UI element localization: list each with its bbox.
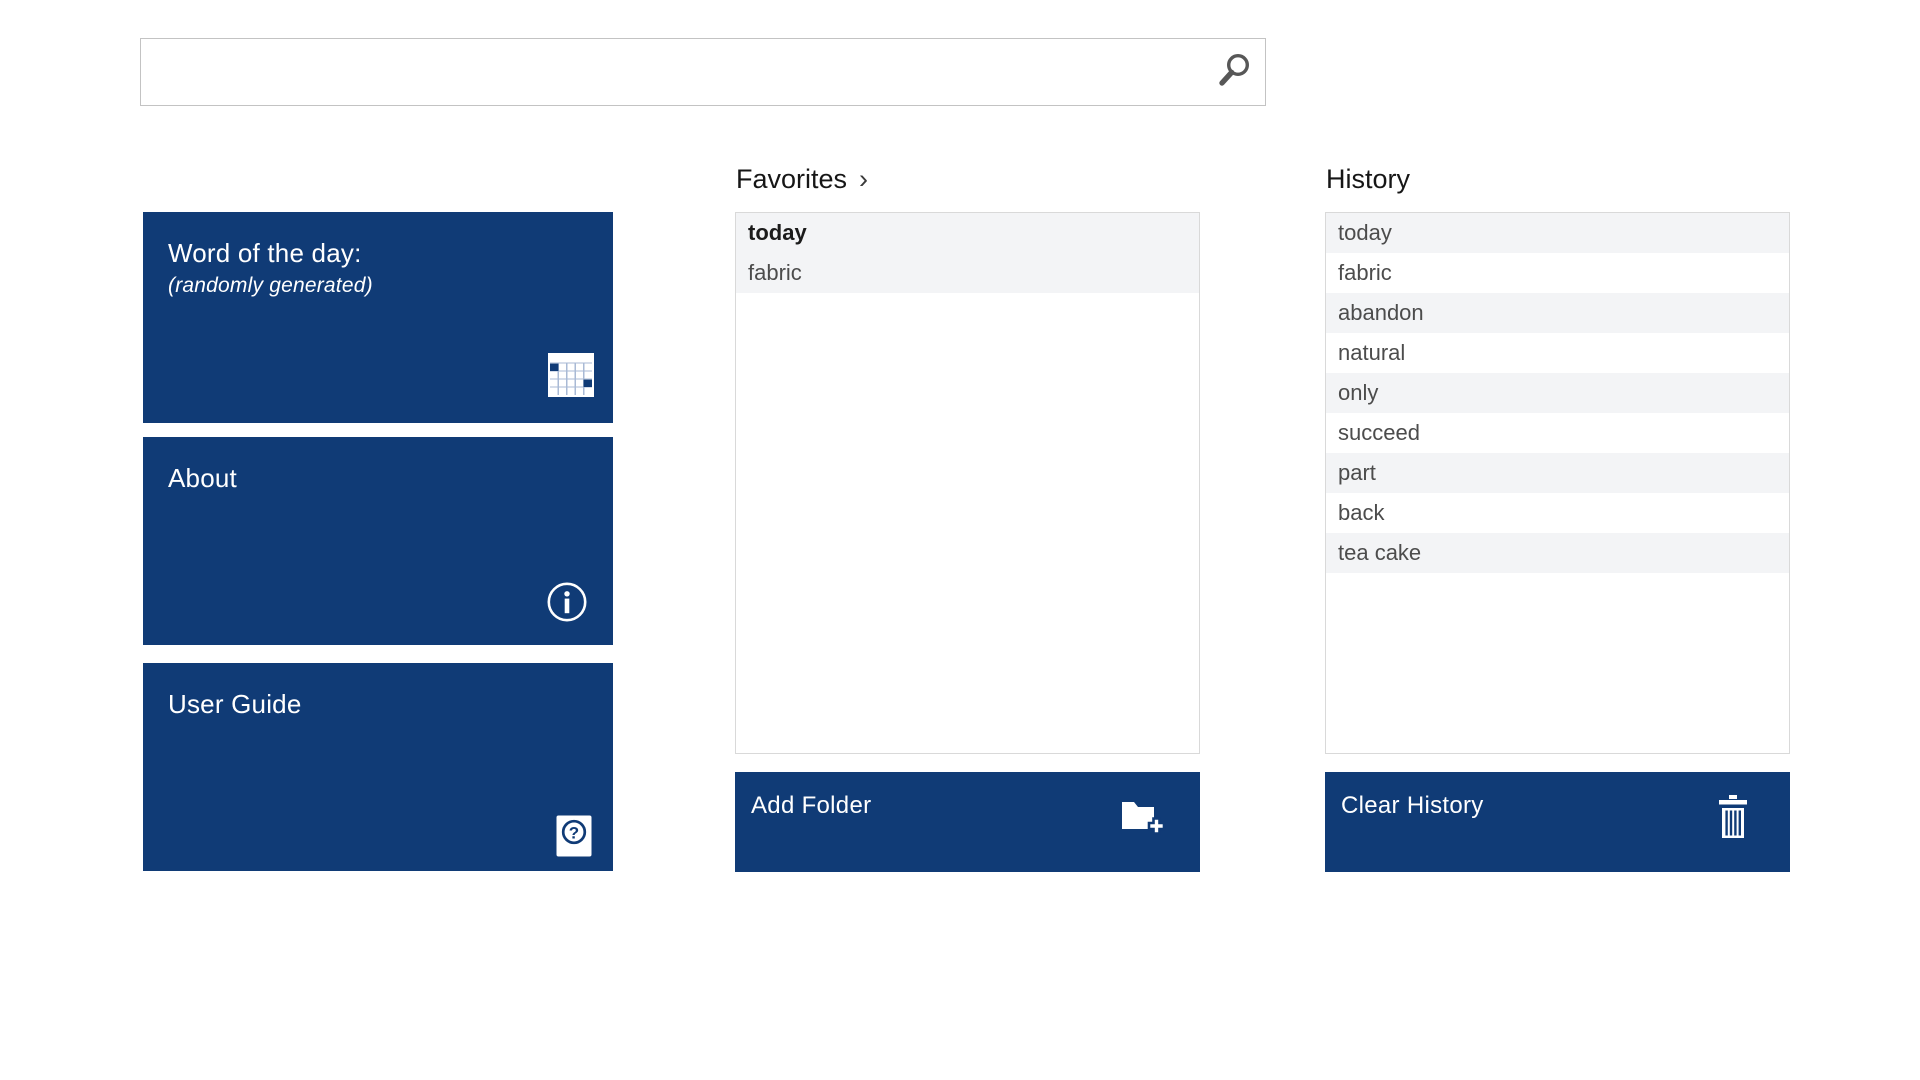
history-item[interactable]: fabric	[1326, 253, 1789, 293]
history-item[interactable]: succeed	[1326, 413, 1789, 453]
search-bar	[140, 38, 1266, 106]
chevron-right-icon: ›	[859, 164, 868, 194]
add-folder-label: Add Folder	[751, 792, 871, 820]
favorites-list: todayfabric	[735, 212, 1200, 754]
tile-title: About	[168, 463, 237, 494]
favorites-item[interactable]: today	[736, 213, 1199, 253]
clear-history-label: Clear History	[1341, 792, 1484, 820]
history-list: todayfabricabandonnaturalonlysucceedpart…	[1325, 212, 1790, 754]
history-item[interactable]: part	[1326, 453, 1789, 493]
history-header: History	[1326, 164, 1410, 195]
info-icon	[546, 581, 588, 623]
svg-text:?: ?	[569, 824, 579, 843]
history-item[interactable]: natural	[1326, 333, 1789, 373]
history-title: History	[1326, 164, 1410, 194]
word-of-the-day-tile[interactable]: Word of the day: (randomly generated)	[143, 212, 613, 423]
about-tile[interactable]: About	[143, 437, 613, 645]
search-input[interactable]	[141, 39, 1211, 105]
app-window: Word of the day: (randomly generated)	[0, 0, 1920, 1080]
add-folder-icon	[1120, 798, 1166, 836]
tile-subtitle: (randomly generated)	[168, 274, 373, 298]
favorites-header[interactable]: Favorites ›	[736, 164, 868, 195]
calendar-icon	[548, 353, 594, 397]
history-item[interactable]: back	[1326, 493, 1789, 533]
history-item[interactable]: only	[1326, 373, 1789, 413]
tile-title: User Guide	[168, 689, 302, 720]
tile-title: Word of the day:	[168, 238, 362, 269]
search-button[interactable]	[1211, 42, 1257, 102]
search-icon	[1217, 53, 1251, 92]
help-icon: ?	[556, 815, 592, 857]
user-guide-tile[interactable]: User Guide ?	[143, 663, 613, 871]
favorites-title: Favorites	[736, 164, 847, 194]
trash-icon	[1718, 794, 1748, 840]
favorites-item[interactable]: fabric	[736, 253, 1199, 293]
history-item[interactable]: today	[1326, 213, 1789, 253]
add-folder-button[interactable]: Add Folder	[735, 772, 1200, 872]
history-item[interactable]: tea cake	[1326, 533, 1789, 573]
clear-history-button[interactable]: Clear History	[1325, 772, 1790, 872]
history-item[interactable]: abandon	[1326, 293, 1789, 333]
